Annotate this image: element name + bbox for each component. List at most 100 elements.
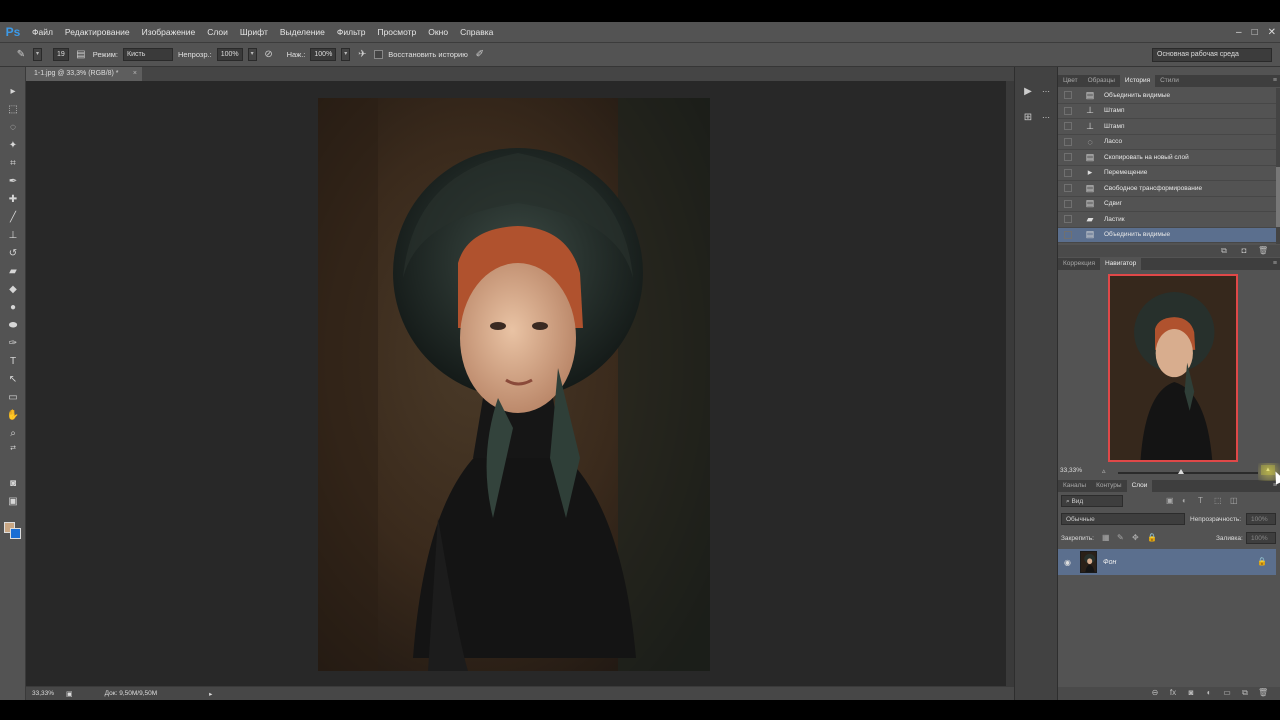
restore-history-checkbox[interactable] <box>374 50 384 59</box>
menu-type[interactable]: Шрифт <box>234 22 274 43</box>
new-snapshot-icon[interactable]: ◘ <box>1239 245 1249 257</box>
brush-panel-icon[interactable]: ▤ <box>74 48 88 62</box>
dodge-tool-icon[interactable]: ● <box>6 301 20 315</box>
lock-all-icon[interactable]: 🔒 <box>1147 533 1157 543</box>
tab-styles[interactable]: Стили <box>1155 75 1184 87</box>
brush-size-picker[interactable]: 19 <box>53 48 69 61</box>
fill-input[interactable]: 100% <box>1246 532 1276 544</box>
menu-layers[interactable]: Слои <box>201 22 234 43</box>
tab-navigator[interactable]: Навигатор <box>1099 258 1142 270</box>
blur-tool-icon[interactable]: ⬬ <box>6 319 20 333</box>
lock-transparency-icon[interactable]: ▦ <box>1102 533 1110 543</box>
lock-position-icon[interactable]: ✥ <box>1132 533 1139 543</box>
opacity-input[interactable]: 100% <box>216 48 243 61</box>
history-item[interactable]: ▤ Скопировать на новый слой <box>1058 150 1276 166</box>
history-source-checkbox[interactable] <box>1064 153 1072 162</box>
tab-color[interactable]: Цвет <box>1058 75 1083 87</box>
history-item[interactable]: ▤ Объединить видимые <box>1058 227 1276 243</box>
panel-menu-icon-2[interactable]: ⋯ <box>1039 111 1053 125</box>
layer-lock-icon[interactable]: 🔒 <box>1257 557 1267 566</box>
history-item[interactable]: ⊥ Штамп <box>1058 119 1276 135</box>
filter-pixel-icon[interactable]: ▣ <box>1166 496 1174 506</box>
airbrush-icon[interactable]: ✈ <box>355 48 369 62</box>
layer-opacity-input[interactable]: 100% <box>1246 513 1276 525</box>
layer-filter-select[interactable]: ⌕ Вид <box>1061 495 1123 507</box>
zoom-tool-icon[interactable]: ⌕ <box>6 427 20 441</box>
menu-help[interactable]: Справка <box>454 22 499 43</box>
navigator-thumbnail[interactable] <box>1108 274 1238 462</box>
marquee-tool-icon[interactable]: ⬚ <box>6 103 20 117</box>
history-item[interactable]: ▸ Перемещение <box>1058 166 1276 181</box>
history-source-checkbox[interactable] <box>1064 106 1072 115</box>
menu-edit[interactable]: Редактирование <box>59 22 136 43</box>
zoom-slider-thumb[interactable] <box>1178 469 1184 474</box>
close-button[interactable]: ✕ <box>1268 27 1276 38</box>
history-item[interactable]: ▤ Сдвиг <box>1058 197 1276 212</box>
rectangle-tool-icon[interactable]: ▭ <box>6 391 20 405</box>
actions-play-icon[interactable]: ▶ <box>1021 85 1035 99</box>
ps-logo[interactable]: Ps <box>0 22 26 43</box>
panel-menu-icon[interactable]: ⋯ <box>1039 85 1053 99</box>
history-item[interactable]: ▤ Объединить видимые <box>1058 88 1276 104</box>
filter-shape-icon[interactable]: ⬚ <box>1214 496 1222 506</box>
hand-tool-icon[interactable]: ✋ <box>6 409 20 423</box>
history-item[interactable]: ▤ Свободное трансформирование <box>1058 181 1276 197</box>
menu-window[interactable]: Окно <box>422 22 454 43</box>
history-source-checkbox[interactable] <box>1064 184 1072 193</box>
canvas-vertical-scrollbar[interactable] <box>1006 81 1014 686</box>
layer-style-icon[interactable]: fx <box>1168 687 1178 699</box>
close-tab-icon[interactable]: × <box>133 67 137 81</box>
filter-adjustment-icon[interactable]: ◐ <box>1182 496 1187 506</box>
tab-layers[interactable]: Слои <box>1126 480 1153 492</box>
history-scrollbar-thumb[interactable] <box>1276 167 1280 227</box>
eraser-tool-preset-icon[interactable]: ✎ <box>14 48 28 62</box>
menu-view[interactable]: Просмотр <box>371 22 422 43</box>
screen-mode-icon[interactable]: ▣ <box>6 495 20 509</box>
layer-name[interactable]: Фон <box>1103 559 1116 566</box>
swap-colors-icon[interactable]: ⇄ <box>6 442 20 456</box>
document-canvas-image[interactable] <box>318 98 710 671</box>
new-group-icon[interactable]: ▭ <box>1222 687 1232 699</box>
tab-paths[interactable]: Контуры <box>1091 480 1127 492</box>
delete-layer-icon[interactable]: 🗑 <box>1258 687 1268 699</box>
menu-image[interactable]: Изображение <box>136 22 202 43</box>
navigator-panel-menu-icon[interactable]: ≡ <box>1273 258 1277 270</box>
document-tab[interactable]: 1-1.jpg @ 33,3% (RGB/8) * × <box>26 67 142 81</box>
add-mask-icon[interactable]: ◙ <box>1186 687 1196 699</box>
brush-tool-icon[interactable]: ╱ <box>6 211 20 225</box>
tab-history[interactable]: История <box>1119 75 1156 87</box>
pressure-input[interactable]: 100% <box>310 48 337 61</box>
clone-stamp-tool-icon[interactable]: ⊥ <box>6 229 20 243</box>
navigator-zoom-value[interactable]: 33,33% <box>1060 467 1082 474</box>
maximize-button[interactable]: □ <box>1252 27 1258 38</box>
lasso-tool-icon[interactable]: ◌ <box>6 121 20 135</box>
tool-preset-dropdown[interactable]: ▾ <box>33 48 42 61</box>
filter-type-icon[interactable]: T <box>1198 496 1203 506</box>
crop-tool-icon[interactable]: ⌗ <box>6 157 20 171</box>
history-source-checkbox[interactable] <box>1064 91 1072 100</box>
background-color-swatch[interactable] <box>10 528 21 539</box>
lock-image-icon[interactable]: ✎ <box>1117 533 1124 543</box>
history-panel-menu-icon[interactable]: ≡ <box>1273 75 1277 87</box>
healing-brush-tool-icon[interactable]: ✚ <box>6 193 20 207</box>
status-menu-arrow-icon[interactable]: ▸ <box>209 690 212 698</box>
history-source-checkbox[interactable] <box>1064 168 1072 177</box>
properties-icon[interactable]: ⊞ <box>1021 111 1035 125</box>
move-tool-icon[interactable]: ▸ <box>6 85 20 99</box>
delete-state-icon[interactable]: 🗑 <box>1258 245 1268 257</box>
eye-icon[interactable]: ◉ <box>1064 558 1071 567</box>
pressure-opacity-icon[interactable]: ⊘ <box>262 48 276 62</box>
magic-wand-tool-icon[interactable]: ✦ <box>6 139 20 153</box>
tab-adjustments[interactable]: Коррекция <box>1058 258 1100 270</box>
new-adjustment-layer-icon[interactable]: ◐ <box>1204 687 1214 699</box>
history-source-checkbox[interactable] <box>1064 122 1072 131</box>
link-layers-icon[interactable]: ⊖ <box>1150 687 1160 699</box>
history-brush-tool-icon[interactable]: ↺ <box>6 247 20 261</box>
menu-file[interactable]: Файл <box>26 22 59 43</box>
minimize-button[interactable]: – <box>1236 27 1242 38</box>
new-document-from-state-icon[interactable]: ⧉ <box>1219 245 1229 257</box>
history-item[interactable]: ⊥ Штамп <box>1058 104 1276 119</box>
pressure-dropdown[interactable]: ▾ <box>341 48 351 61</box>
history-source-checkbox[interactable] <box>1064 199 1072 208</box>
path-selection-tool-icon[interactable]: ↖ <box>6 373 20 387</box>
